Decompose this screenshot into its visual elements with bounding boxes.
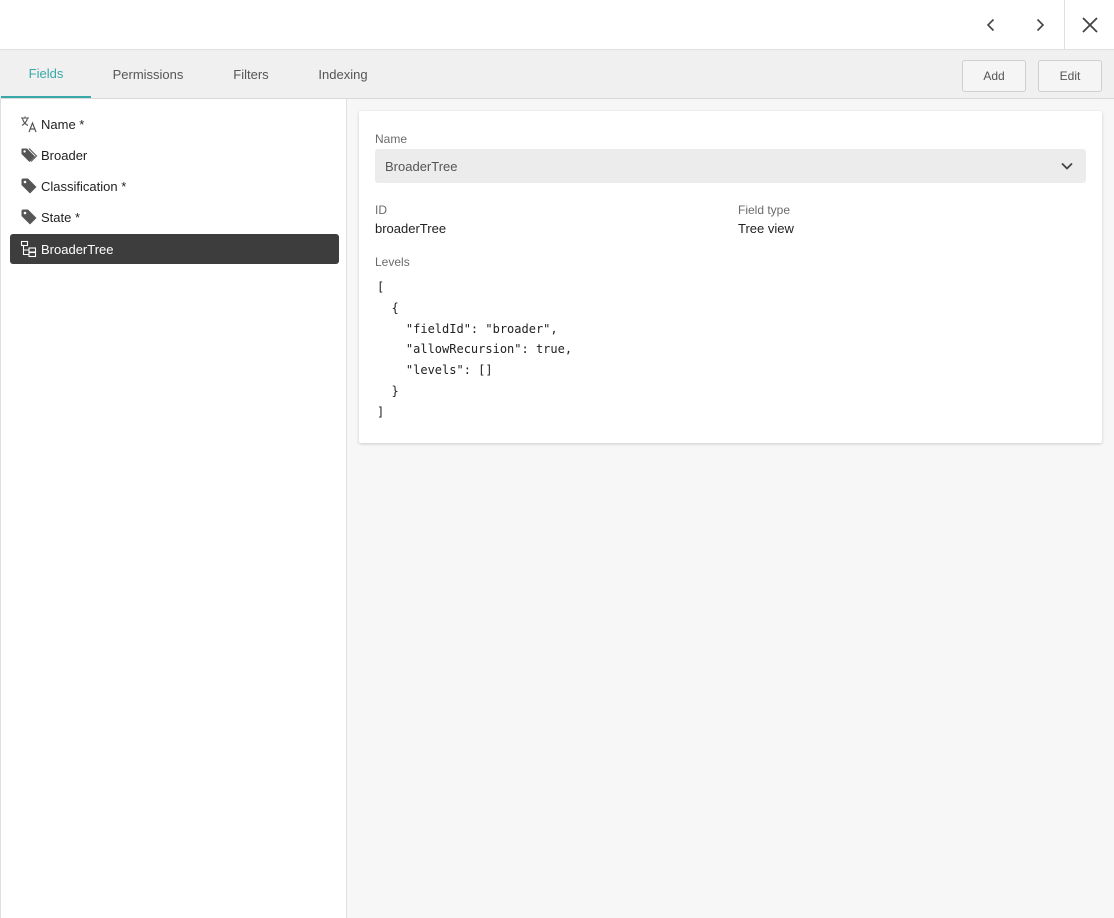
field-item-label: Broader — [41, 147, 88, 163]
edit-button[interactable]: Edit — [1038, 60, 1102, 92]
close-icon — [1081, 16, 1098, 33]
field-type-value: Tree view — [738, 221, 794, 236]
tree-view-icon — [20, 240, 38, 258]
id-value: broaderTree — [375, 221, 447, 236]
field-list: Name * Broader Classification * State * … — [0, 99, 347, 918]
tab-bar: Fields Permissions Filters Indexing Add … — [0, 50, 1114, 99]
field-item-label: Name * — [41, 116, 85, 132]
top-bar — [0, 0, 1114, 50]
field-item-label: State * — [41, 209, 81, 225]
translate-icon — [20, 115, 38, 133]
tag-icon — [20, 146, 38, 164]
field-item-classification[interactable]: Classification * — [10, 171, 339, 201]
field-type-label: Field type — [738, 203, 791, 217]
field-name-value: BroaderTree — [385, 158, 458, 174]
tag-icon — [20, 177, 38, 195]
add-button[interactable]: Add — [962, 60, 1026, 92]
field-item-broadertree[interactable]: BroaderTree — [10, 234, 339, 264]
chevron-down-icon — [1061, 162, 1073, 170]
tag-icon — [20, 208, 38, 226]
field-item-label: BroaderTree — [41, 241, 114, 257]
chevron-right-icon — [1036, 18, 1045, 31]
previous-button[interactable] — [967, 0, 1015, 49]
chevron-left-icon — [986, 18, 995, 31]
tab-fields[interactable]: Fields — [1, 50, 91, 98]
field-item-label: Classification * — [41, 178, 127, 194]
close-button[interactable] — [1064, 0, 1114, 49]
field-item-state[interactable]: State * — [10, 202, 339, 232]
tab-filters[interactable]: Filters — [219, 50, 283, 98]
detail-panel: Name BroaderTree ID broaderTree Field ty… — [347, 99, 1114, 918]
levels-code-block: [ { "fieldId": "broader", "allowRecursio… — [377, 280, 573, 419]
field-item-broader[interactable]: Broader — [10, 140, 339, 170]
levels-label: Levels — [375, 255, 410, 269]
tab-indexing[interactable]: Indexing — [310, 50, 376, 98]
name-label: Name — [375, 132, 408, 146]
id-label: ID — [375, 203, 387, 217]
field-item-name[interactable]: Name * — [10, 109, 339, 139]
tab-permissions[interactable]: Permissions — [103, 50, 193, 98]
field-name-select[interactable]: BroaderTree — [375, 149, 1086, 183]
field-details-card: Name BroaderTree ID broaderTree Field ty… — [359, 111, 1102, 443]
next-button[interactable] — [1016, 0, 1064, 49]
